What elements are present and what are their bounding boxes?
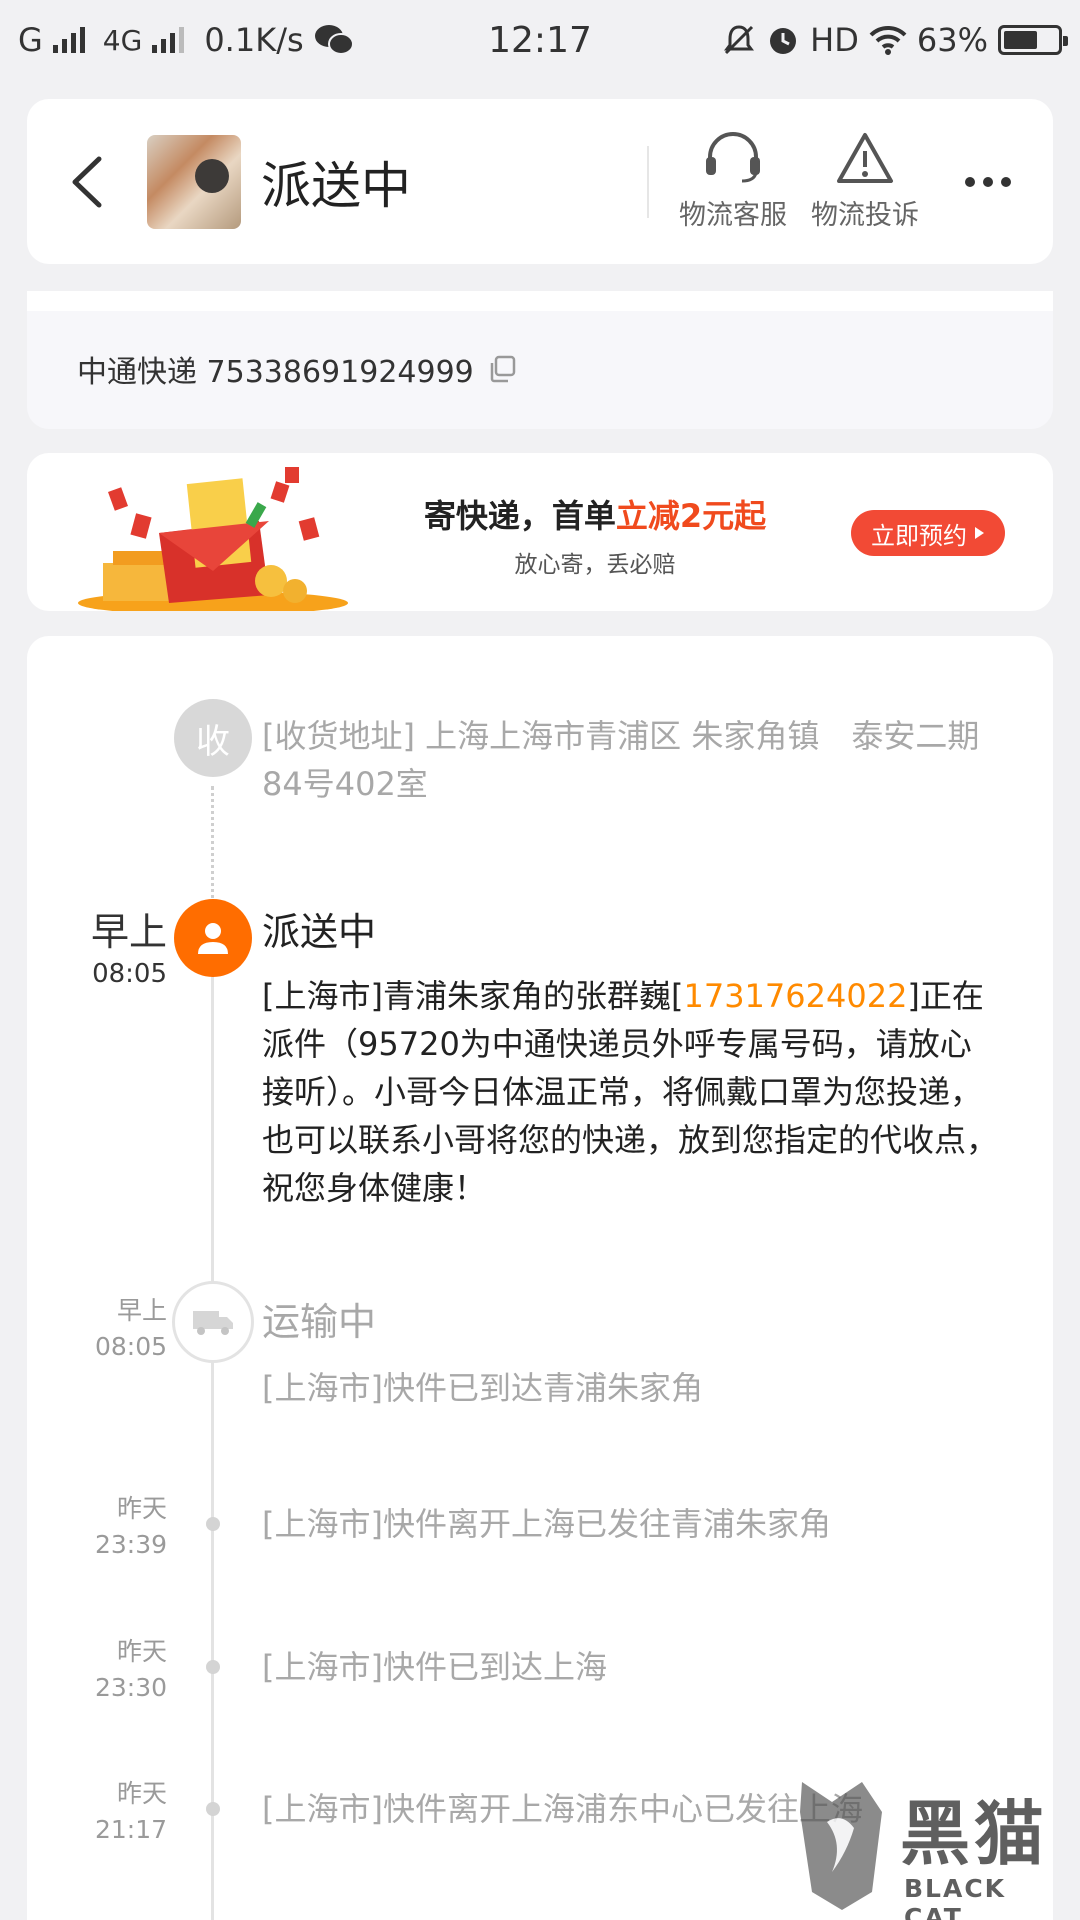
battery-icon	[998, 25, 1068, 55]
event-clock: 21:17	[94, 1815, 167, 1844]
back-button[interactable]	[27, 99, 147, 264]
event-description: [上海市]快件离开上海已发往青浦朱家角	[262, 1505, 831, 1543]
promo-title-highlight: 立减2元起	[615, 497, 767, 535]
carrier-label: G	[18, 21, 43, 59]
timeline-event: 运输中 [上海市]快件已到达青浦朱家角	[262, 1298, 1003, 1412]
wechat-icon	[314, 25, 354, 55]
product-thumbnail[interactable]	[147, 134, 241, 229]
tracking-card-top	[27, 291, 1053, 311]
receive-node-label: 收	[196, 721, 230, 762]
event-time: 早上 08:05	[67, 908, 167, 992]
timeline-event: 派送中 [上海市]青浦朱家角的张群巍[17317624022]正在派件（9572…	[262, 908, 1003, 1212]
logistics-service-label: 物流客服	[679, 200, 787, 231]
event-clock: 08:05	[92, 959, 167, 989]
event-status: 派送中	[262, 910, 377, 954]
event-clock: 08:05	[94, 1332, 167, 1361]
event-status: 运输中	[262, 1300, 377, 1344]
event-time: 昨天 23:39	[67, 1491, 167, 1563]
event-description: [上海市]青浦朱家角的张群巍[17317624022]正在派件（95720为中通…	[262, 972, 1003, 1212]
signal-icon	[52, 27, 85, 53]
courier-phone-link[interactable]: 17317624022	[683, 977, 907, 1015]
event-day: 昨天	[116, 1779, 167, 1808]
status-right: HD 63%	[722, 21, 1068, 59]
copy-icon[interactable]	[488, 355, 516, 383]
page-title: 派送中	[261, 156, 411, 215]
wifi-icon	[869, 25, 907, 55]
promo-title: 寄快递，首单立减2元起	[405, 491, 785, 537]
header-divider	[647, 145, 649, 218]
status-bar: G 4G 0.1K/s 12:17 HD 63%	[0, 0, 1080, 80]
battery-percent: 63%	[916, 21, 988, 59]
person-icon	[198, 923, 228, 954]
logistics-complaint-label: 物流投诉	[811, 200, 919, 231]
logistics-service-button[interactable]: 物流客服	[679, 131, 787, 232]
receive-address: [收货地址] 上海上海市青浦区 朱家角镇 泰安二期84号402室	[262, 717, 980, 803]
more-dot	[1001, 176, 1011, 187]
header-card: 派送中 物流客服 物流投诉	[27, 99, 1053, 264]
book-now-label: 立即预约	[871, 521, 967, 550]
warning-icon	[837, 133, 893, 183]
network-speed: 0.1K/s	[204, 21, 304, 59]
tracking-number-row: 中通快递 75338691924999	[77, 347, 516, 391]
timeline-card: 收 [收货地址] 上海上海市青浦区 朱家角镇 泰安二期84号402室 早上 08…	[27, 636, 1053, 1920]
red-envelope-illustration	[78, 467, 348, 611]
more-options-button[interactable]	[943, 176, 1033, 187]
watermark-text: 黑猫	[900, 1793, 1048, 1875]
alarm-icon	[770, 28, 797, 54]
event-clock: 23:30	[94, 1673, 167, 1702]
network-label: 4G	[102, 23, 143, 57]
cat-logo-icon	[800, 1782, 882, 1910]
mute-bell-icon	[724, 25, 755, 55]
timeline-line	[211, 946, 214, 1920]
event-day: 早上	[116, 1296, 167, 1325]
tracking-number: 中通快递 75338691924999	[77, 355, 474, 390]
logistics-complaint-button[interactable]: 物流投诉	[811, 131, 919, 232]
event-day: 早上	[90, 910, 167, 954]
event-clock: 23:39	[94, 1530, 167, 1559]
tracking-card: 中通快递 75338691924999	[27, 291, 1053, 429]
event-day: 昨天	[116, 1494, 167, 1523]
timeline-dot	[206, 1802, 220, 1816]
timeline-dashed-line	[211, 786, 214, 906]
event-day: 昨天	[116, 1637, 167, 1666]
receive-node: 收	[174, 699, 252, 777]
promo-subtitle: 放心寄，丢必赔	[514, 552, 676, 578]
black-cat-watermark: 黑猫 BLACK CAT	[792, 1768, 1072, 1920]
promo-title-prefix: 寄快递，首单	[423, 497, 616, 535]
play-arrow-icon	[975, 527, 984, 539]
book-now-button[interactable]: 立即预约	[851, 510, 1005, 556]
transit-node	[172, 1281, 254, 1363]
promo-banner[interactable]: 寄快递，首单立减2元起 放心寄，丢必赔 立即预约	[27, 453, 1053, 611]
event-time: 早上 08:05	[67, 1293, 167, 1365]
headset-icon	[706, 132, 760, 183]
more-dot	[965, 176, 975, 187]
promo-text: 寄快递，首单立减2元起 放心寄，丢必赔	[405, 491, 785, 579]
event-description: [上海市]快件已到达上海	[262, 1648, 607, 1686]
battery-fill	[1004, 31, 1037, 49]
more-dot	[983, 176, 993, 187]
event-desc-before: [上海市]青浦朱家角的张群巍[	[262, 977, 684, 1015]
truck-icon	[193, 1311, 233, 1335]
chevron-left-icon	[72, 156, 102, 207]
timeline-dot	[206, 1660, 220, 1674]
hd-label: HD	[810, 21, 859, 59]
signal-icon-2	[152, 27, 185, 53]
event-time: 昨天 21:17	[67, 1776, 167, 1848]
watermark-subtext: BLACK CAT	[904, 1874, 1007, 1920]
courier-node	[174, 899, 252, 977]
event-time: 昨天 23:30	[67, 1634, 167, 1706]
status-left: G 4G 0.1K/s	[18, 21, 354, 59]
timeline-dot	[206, 1517, 220, 1531]
event-description: [上海市]快件已到达青浦朱家角	[262, 1369, 703, 1407]
